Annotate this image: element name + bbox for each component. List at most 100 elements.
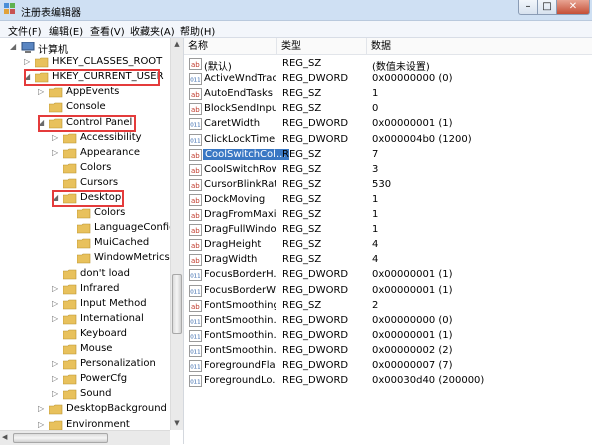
value-row[interactable]: 011 FontSmoothin... REG_DWORD 0x00000000 (0… [184,314,592,329]
tree-node[interactable]: ▷ Personalization [0,357,170,372]
tree-node[interactable]: Colors [0,161,170,176]
value-name: DragWidth [204,254,258,266]
value-name: FocusBorderW... [204,284,276,296]
value-row[interactable]: ab CursorBlinkRate REG_SZ 530 [184,178,592,193]
menu-edit[interactable]: 编辑(E) [49,23,83,38]
column-header-data[interactable]: 数据 [367,38,592,55]
value-data: 7 [372,148,379,160]
value-row[interactable]: 011FocusBorderW... REG_DWORD 0x00000001 (1… [184,284,592,299]
value-row[interactable]: ab (默认) REG_SZ (数值未设置) [184,57,592,73]
value-row[interactable]: 011 FocusBorderH... REG_DWORD 0x00000001 (1… [184,268,592,283]
tree-node-label: Input Method [80,297,147,309]
tree-node[interactable]: ▷ DesktopBackground [0,402,170,417]
value-row[interactable]: ab AutoEndTasks REG_SZ 1 [184,87,592,102]
expand-arrow-icon[interactable]: ▷ [38,404,46,413]
registry-tree[interactable]: ◢ 计算机 ▷ HKEY_CLASSES_ROOT ◢ HKEY_CURRENT_USER… [0,38,184,444]
value-row[interactable]: ab CoolSwitchCol... REG_SZ 7 [184,148,592,163]
value-row[interactable]: 011 FontSmoothin... REG_DWORD 0x00000001 (1… [184,329,592,344]
value-data: 4 [372,239,379,251]
tree-node[interactable]: don't load [0,267,170,282]
expand-arrow-icon[interactable]: ▷ [52,314,60,323]
folder-icon [35,57,49,68]
menu-file[interactable]: 文件(F) [8,23,42,38]
tree-node[interactable]: ▷ International [0,312,170,327]
value-row[interactable]: 011 ForegroundLo... REG_DWORD 0x00030d40 (2… [184,374,592,389]
scroll-up-icon[interactable]: ▲ [172,39,182,50]
expand-arrow-icon[interactable]: ▷ [52,389,60,398]
tree-node[interactable]: Console [0,100,170,115]
value-name: FocusBorderH... [204,269,276,281]
folder-icon [63,163,77,174]
value-type: REG_SZ [282,103,322,115]
tree-node[interactable]: ▷ Accessibility [0,131,170,146]
tree-node[interactable]: ▷ Input Method [0,297,170,312]
tree-node[interactable]: ▷ HKEY_CLASSES_ROOT [0,55,170,70]
tree-node[interactable]: LanguageConfig [0,221,175,236]
folder-icon [63,269,77,279]
value-name: ClickLockTime [204,133,276,145]
value-row[interactable]: ab DragWidth REG_SZ 4 [184,253,592,268]
tree-node[interactable]: MuiCached [0,236,170,251]
expand-arrow-icon[interactable]: ▷ [38,420,46,429]
tree-node[interactable]: ▷ PowerCfg [0,372,170,387]
value-data: 0x00000001 (1) [372,118,453,130]
tree-node[interactable]: ▷ Infrared [0,282,170,297]
scroll-left-icon[interactable]: ◀ [2,433,7,441]
value-row[interactable]: 011 CaretWidth REG_DWORD 0x00000001 (1) [184,117,592,132]
tree-node[interactable]: Colors [0,206,170,221]
tree-node[interactable]: ◢ 计算机 [0,40,170,56]
menu-help[interactable]: 帮助(H) [180,23,215,38]
expand-arrow-icon[interactable]: ▷ [52,148,60,157]
expand-arrow-icon[interactable]: ▷ [52,299,60,308]
minimize-button[interactable]: – [518,0,538,15]
value-row[interactable]: 011ForegroundFla... REG_DWORD 0x00000007 (… [184,359,592,374]
scroll-down-icon[interactable]: ▼ [172,418,182,429]
tree-vertical-scrollbar[interactable]: ▲ ▼ [170,38,183,430]
tree-horizontal-scrollbar[interactable]: ◀ [0,430,170,445]
value-data: 0x00000001 (1) [372,284,453,296]
close-button[interactable]: ✕ [556,0,590,15]
svg-text:011: 011 [190,138,201,144]
tree-node[interactable]: Keyboard [0,327,170,342]
value-row[interactable]: ab DragHeight REG_SZ 4 [184,238,592,253]
menu-favorites[interactable]: 收藏夹(A) [130,23,175,38]
tree-node[interactable]: ▷ Sound [0,387,170,402]
value-row[interactable]: 011 FontSmoothin... REG_DWORD 0x00000002 (2… [184,344,592,359]
expand-arrow-icon[interactable]: ▷ [52,359,60,368]
tree-node[interactable]: ▷ Appearance [0,146,170,161]
tree-node[interactable]: Cursors [0,176,170,191]
expand-arrow-icon[interactable]: ▷ [52,133,60,142]
expand-arrow-icon[interactable]: ▷ [52,374,60,383]
expand-arrow-icon[interactable]: ▷ [24,57,32,66]
tree-node[interactable]: ▷ AppEvents [0,85,170,100]
tree-node-label: AppEvents [66,86,120,98]
value-row[interactable]: ab DockMoving REG_SZ 1 [184,193,592,208]
expand-arrow-icon[interactable]: ▷ [38,87,46,96]
column-header-type[interactable]: 类型 [277,38,367,55]
maximize-button[interactable]: □ [537,0,557,15]
value-row[interactable]: ab FontSmoothing REG_SZ 2 [184,299,592,314]
horizontal-scroll-thumb[interactable] [13,433,108,443]
value-row[interactable]: 011ActiveWndTrac... REG_DWORD 0x00000000 (… [184,72,592,87]
svg-text:ab: ab [191,91,200,99]
string-value-icon: ab [189,299,202,312]
values-list[interactable]: 名称 类型 数据 ab (默认) REG_SZ (数值未设置) 011 ActiveWnd… [184,38,592,444]
svg-text:011: 011 [190,274,201,280]
value-row[interactable]: ab DragFromMaxi... REG_SZ 1 [184,208,592,223]
expand-arrow-icon[interactable]: ▷ [52,284,60,293]
tree-node[interactable]: Mouse [0,342,170,357]
value-row[interactable]: 011 ClickLockTime REG_DWORD 0x000004b0 (120… [184,133,592,148]
scroll-thumb[interactable] [172,274,182,334]
svg-text:ab: ab [191,152,200,160]
svg-text:011: 011 [190,334,201,340]
menu-view[interactable]: 查看(V) [90,23,125,38]
svg-text:ab: ab [191,106,200,114]
value-row[interactable]: ab CoolSwitchRows REG_SZ 3 [184,163,592,178]
column-header-name[interactable]: 名称 [184,38,277,55]
value-row[interactable]: ab DragFullWindo... REG_SZ 1 [184,223,592,238]
value-name: BlockSendInpu... [204,103,276,115]
collapse-arrow-icon[interactable]: ◢ [10,42,18,51]
tree-node-label: Mouse [80,343,113,354]
tree-node[interactable]: WindowMetrics [0,251,170,266]
value-row[interactable]: ab BlockSendInpu... REG_SZ 0 [184,102,592,117]
